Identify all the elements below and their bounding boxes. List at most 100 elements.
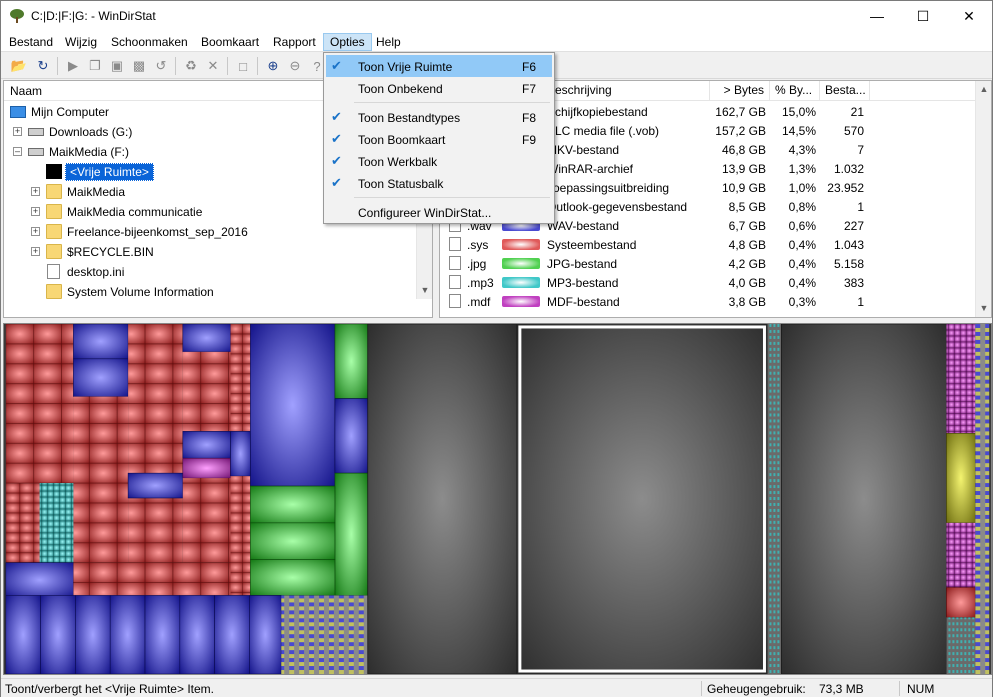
- menu-item-toon-boomkaart[interactable]: ✔ Toon Boomkaart F9: [326, 128, 552, 150]
- menu-rapport[interactable]: Rapport: [267, 33, 322, 51]
- extension-row[interactable]: .mdf MDF-bestand 3,8 GB 0,3% 1: [440, 292, 975, 311]
- menu-opties[interactable]: Opties: [323, 33, 372, 51]
- scroll-up-icon[interactable]: ▲: [976, 81, 991, 98]
- status-bar: Toont/verbergt het <Vrije Ruimte> Item. …: [1, 678, 992, 697]
- treemap[interactable]: [3, 323, 992, 675]
- treemap-block[interactable]: [75, 595, 111, 674]
- extension-scrollbar[interactable]: ▲ ▼: [975, 81, 991, 317]
- treemap-block[interactable]: [780, 324, 947, 674]
- treemap-block[interactable]: [182, 431, 231, 459]
- menu-item-toon-werkbalk[interactable]: ✔ Toon Werkbalk: [326, 150, 552, 172]
- treemap-block[interactable]: [182, 457, 231, 479]
- treemap-block[interactable]: [230, 476, 251, 596]
- expand-icon[interactable]: +: [13, 127, 22, 136]
- treemap-block[interactable]: [182, 351, 231, 432]
- treemap-block[interactable]: [109, 595, 146, 674]
- treemap-block[interactable]: [250, 522, 336, 560]
- treemap-block[interactable]: [946, 617, 976, 674]
- command-prompt-icon[interactable]: ▩: [129, 56, 149, 76]
- tree-row[interactable]: desktop.ini: [4, 262, 416, 282]
- treemap-block[interactable]: [144, 595, 181, 674]
- copy-icon[interactable]: ❐: [85, 56, 105, 76]
- scroll-down-icon[interactable]: ▼: [976, 300, 991, 317]
- tree-row[interactable]: System Volume Information: [4, 282, 416, 302]
- treemap-block[interactable]: [946, 587, 976, 618]
- treemap-block[interactable]: [281, 595, 368, 674]
- column-percent[interactable]: % By...: [770, 81, 820, 101]
- treemap-block[interactable]: [39, 483, 74, 563]
- tree-row[interactable]: + Freelance-bijeenkomst_sep_2016: [4, 222, 416, 242]
- menu-item-toon-vrije-ruimte[interactable]: ✔ Toon Vrije Ruimte F6: [326, 55, 552, 77]
- treemap-block[interactable]: [5, 595, 41, 674]
- treemap-block[interactable]: [73, 562, 231, 596]
- expand-icon[interactable]: +: [31, 187, 40, 196]
- scroll-down-icon[interactable]: ▼: [417, 282, 432, 299]
- treemap-block[interactable]: [214, 595, 250, 674]
- delete-icon[interactable]: ✕: [203, 56, 223, 76]
- zoom-in-icon[interactable]: ⊕: [263, 56, 283, 76]
- treemap-block[interactable]: [946, 433, 976, 524]
- menu-help[interactable]: Help: [370, 33, 407, 51]
- file-type-icon: [449, 256, 461, 270]
- menu-bestand[interactable]: Bestand: [3, 33, 59, 51]
- minimize-button[interactable]: —: [854, 1, 900, 31]
- expand-icon[interactable]: +: [31, 247, 40, 256]
- menu-item-configureer[interactable]: Configureer WinDirStat...: [326, 201, 552, 223]
- zoom-out-icon[interactable]: ⊖: [285, 56, 305, 76]
- treemap-block[interactable]: [5, 562, 74, 598]
- recycle-icon[interactable]: ♻: [181, 56, 201, 76]
- menu-boomkaart[interactable]: Boomkaart: [195, 33, 265, 51]
- collapse-icon[interactable]: –: [13, 147, 22, 156]
- treemap-block[interactable]: [73, 324, 129, 360]
- treemap-block[interactable]: [73, 396, 129, 563]
- close-button[interactable]: ✕: [946, 1, 992, 31]
- treemap-block-selected[interactable]: [516, 324, 768, 674]
- treemap-block[interactable]: [182, 324, 231, 353]
- menu-wijzig[interactable]: Wijzig: [59, 33, 103, 51]
- extension-row[interactable]: .jpg JPG-bestand 4,2 GB 0,4% 5.158: [440, 254, 975, 273]
- column-bytes[interactable]: > Bytes: [710, 81, 770, 101]
- check-icon: ✔: [331, 175, 342, 190]
- treemap-block[interactable]: [334, 398, 369, 474]
- treemap-block[interactable]: [179, 595, 215, 674]
- column-name[interactable]: Naam: [10, 84, 42, 98]
- refresh-icon[interactable]: ↻: [33, 56, 53, 76]
- treemap-block[interactable]: [73, 358, 129, 397]
- treemap-block[interactable]: [946, 324, 976, 434]
- treemap-block[interactable]: [5, 483, 40, 563]
- menu-item-toon-statusbalk[interactable]: ✔ Toon Statusbalk: [326, 172, 552, 194]
- expand-icon[interactable]: +: [31, 227, 40, 236]
- menu-item-toon-bestandtypes[interactable]: ✔ Toon Bestandtypes F8: [326, 106, 552, 128]
- treemap-block[interactable]: [767, 324, 782, 674]
- extension-row[interactable]: .sys Systeembestand 4,8 GB 0,4% 1.043: [440, 235, 975, 254]
- treemap-block[interactable]: [975, 324, 990, 674]
- open-folder-icon[interactable]: 📂: [9, 56, 29, 76]
- properties-icon[interactable]: □: [233, 56, 253, 76]
- treemap-block[interactable]: [127, 472, 184, 499]
- play-icon[interactable]: ▶: [63, 56, 83, 76]
- extension-row[interactable]: .mp3 MP3-bestand 4,0 GB 0,4% 383: [440, 273, 975, 292]
- treemap-block[interactable]: [250, 485, 336, 524]
- menu-schoonmaken[interactable]: Schoonmaken: [105, 33, 194, 51]
- explorer-icon[interactable]: ▣: [107, 56, 127, 76]
- maximize-button[interactable]: ☐: [900, 1, 946, 31]
- treemap-block[interactable]: [367, 324, 518, 674]
- treemap-block[interactable]: [182, 478, 231, 563]
- treemap-block[interactable]: [5, 324, 74, 484]
- treemap-block[interactable]: [946, 522, 976, 588]
- treemap-block[interactable]: [230, 324, 251, 432]
- expand-icon[interactable]: +: [31, 207, 40, 216]
- treemap-block[interactable]: [334, 472, 369, 596]
- treemap-block[interactable]: [250, 324, 336, 487]
- tree-row[interactable]: + $RECYCLE.BIN: [4, 242, 416, 262]
- menu-item-toon-onbekend[interactable]: Toon Onbekend F7: [326, 77, 552, 99]
- treemap-block[interactable]: [40, 595, 76, 674]
- column-files[interactable]: Besta...: [820, 81, 870, 101]
- treemap-block[interactable]: [334, 324, 369, 399]
- treemap-block[interactable]: [230, 431, 251, 477]
- treemap-block[interactable]: [249, 595, 282, 674]
- check-icon: ✔: [331, 153, 342, 168]
- treemap-block[interactable]: [128, 324, 183, 563]
- refresh-selected-icon[interactable]: ↺: [151, 56, 171, 76]
- treemap-block[interactable]: [250, 559, 336, 596]
